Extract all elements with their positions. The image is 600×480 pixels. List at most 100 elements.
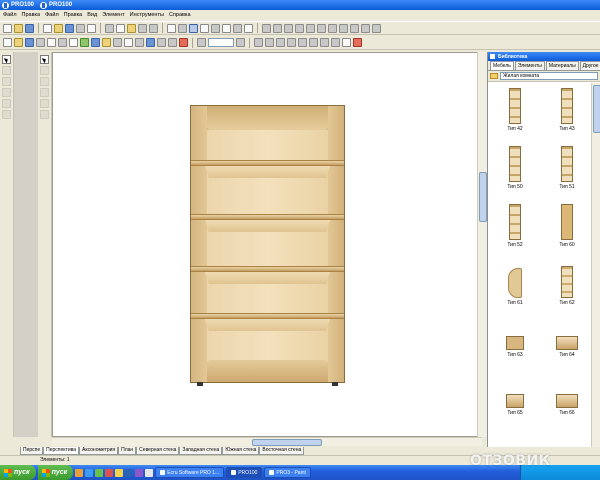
move-right-icon[interactable]: [298, 38, 307, 47]
library-item[interactable]: Тип 61: [490, 260, 540, 318]
scrollbar-thumb[interactable]: [252, 439, 322, 446]
menu-element[interactable]: Элемент: [102, 12, 124, 18]
menu-tools[interactable]: Инструменты: [130, 12, 164, 18]
redo-icon[interactable]: [149, 23, 158, 33]
tab-south-wall[interactable]: Южная стена: [222, 447, 260, 455]
print-icon[interactable]: [36, 38, 45, 47]
save-icon[interactable]: [25, 23, 34, 33]
zoom-field[interactable]: [208, 38, 234, 47]
preview-icon[interactable]: [47, 38, 56, 47]
tab-east-wall[interactable]: Восточная стена: [259, 447, 305, 455]
stop-icon[interactable]: [179, 38, 188, 47]
rotate-tool-icon[interactable]: [40, 77, 49, 86]
menu-edit-2[interactable]: Правка: [64, 12, 83, 18]
menu-view[interactable]: Вид: [87, 12, 97, 18]
camera-icon[interactable]: [113, 38, 122, 47]
view-mode-icon[interactable]: [189, 23, 198, 33]
align-right-icon[interactable]: [284, 23, 293, 33]
shelf-4[interactable]: [191, 313, 344, 319]
word-icon[interactable]: [125, 468, 134, 477]
rotate-tool-icon[interactable]: [2, 77, 11, 86]
folder-select[interactable]: Жилая комната: [500, 72, 598, 80]
align-left-icon[interactable]: [262, 23, 271, 33]
zoom-all-icon[interactable]: [124, 38, 133, 47]
group-icon[interactable]: [339, 23, 348, 33]
library-scrollbar[interactable]: [591, 83, 600, 447]
folder-icon[interactable]: [490, 73, 498, 79]
dimensions-icon[interactable]: [178, 23, 187, 33]
zoom-in-icon[interactable]: [197, 38, 206, 47]
mirror-icon[interactable]: [361, 23, 370, 33]
tab-axonometry[interactable]: Аксонометрия: [79, 447, 119, 455]
browser-icon[interactable]: [75, 468, 84, 477]
tab-north-wall[interactable]: Северная стена: [136, 447, 180, 455]
texture-icon[interactable]: [222, 23, 231, 33]
align-top-icon[interactable]: [295, 23, 304, 33]
open-project-icon[interactable]: [54, 23, 63, 33]
move-up-icon[interactable]: [265, 38, 274, 47]
tab-furniture[interactable]: Мебель: [490, 61, 514, 70]
media-icon[interactable]: [105, 468, 114, 477]
cube-icon[interactable]: [80, 38, 89, 47]
library-item[interactable]: Тип 50: [490, 144, 540, 202]
menu-file[interactable]: Файл: [3, 12, 17, 18]
print-preview-icon[interactable]: [87, 23, 96, 33]
menu-file-2[interactable]: Файл: [45, 12, 59, 18]
rotate-icon[interactable]: [372, 23, 381, 33]
paste-icon[interactable]: [127, 23, 136, 33]
paint-tool-icon[interactable]: [40, 110, 49, 119]
resize-tool-icon[interactable]: [40, 88, 49, 97]
flip-icon[interactable]: [309, 38, 318, 47]
delete-icon[interactable]: [353, 38, 362, 47]
zoom-selected-icon[interactable]: [146, 38, 155, 47]
measure-icon[interactable]: [331, 38, 340, 47]
library-item[interactable]: Тип 43: [542, 86, 592, 144]
print-icon[interactable]: [76, 23, 85, 33]
render-icon[interactable]: [200, 23, 209, 33]
shelf-3[interactable]: [191, 266, 344, 272]
draw-tool-icon[interactable]: [2, 66, 11, 75]
select-pointer-icon[interactable]: [2, 55, 11, 64]
properties-icon[interactable]: [342, 38, 351, 47]
library-item[interactable]: Тип 51: [542, 144, 592, 202]
ie-icon[interactable]: [85, 468, 94, 477]
library-item[interactable]: Тип 62: [542, 260, 592, 318]
library-item[interactable]: Тип 52: [490, 202, 540, 260]
zoom-window-icon[interactable]: [135, 38, 144, 47]
title-tab-2[interactable]: PRO100: [40, 1, 72, 9]
messenger-icon[interactable]: [95, 468, 104, 477]
align-center-icon[interactable]: [273, 23, 282, 33]
new-file-icon[interactable]: [3, 23, 12, 33]
tab-plan[interactable]: План: [118, 447, 137, 455]
move-left-icon[interactable]: [287, 38, 296, 47]
viewport-horizontal-scrollbar[interactable]: [52, 437, 482, 446]
menu-help[interactable]: Справка: [169, 12, 191, 18]
save-icon[interactable]: [25, 38, 34, 47]
orbit-icon[interactable]: [168, 38, 177, 47]
library-item[interactable]: Тип 65: [490, 376, 540, 434]
tab-elements[interactable]: Элементы: [514, 61, 545, 70]
viewport-vertical-scrollbar[interactable]: [477, 52, 487, 437]
title-tab-1[interactable]: PRO100: [2, 1, 34, 9]
open-icon[interactable]: [14, 38, 23, 47]
library-item[interactable]: Тип 64: [542, 318, 592, 376]
select-pointer-icon[interactable]: [40, 55, 49, 64]
library-item[interactable]: Тип 66: [542, 376, 592, 434]
shelf-1[interactable]: [191, 160, 344, 166]
cut-icon[interactable]: [105, 23, 114, 33]
task-pro100[interactable]: PRO100: [226, 467, 263, 478]
tab-other[interactable]: Другое: [579, 61, 600, 70]
resize-tool-icon[interactable]: [2, 88, 11, 97]
measure-tool-icon[interactable]: [40, 99, 49, 108]
light-icon[interactable]: [233, 23, 242, 33]
library-item[interactable]: Тип 42: [490, 86, 540, 144]
desktop-icon[interactable]: [145, 468, 154, 477]
tab-perspective-short[interactable]: Перспе: [20, 447, 44, 455]
start-button-2[interactable]: пуск: [37, 465, 74, 480]
save-project-icon[interactable]: [65, 23, 74, 33]
move-icon[interactable]: [254, 38, 263, 47]
box-icon[interactable]: [91, 38, 100, 47]
task-ecru-software[interactable]: Ecru Software PRO 1...: [155, 467, 225, 478]
folder-icon[interactable]: [115, 468, 124, 477]
pan-icon[interactable]: [157, 38, 166, 47]
